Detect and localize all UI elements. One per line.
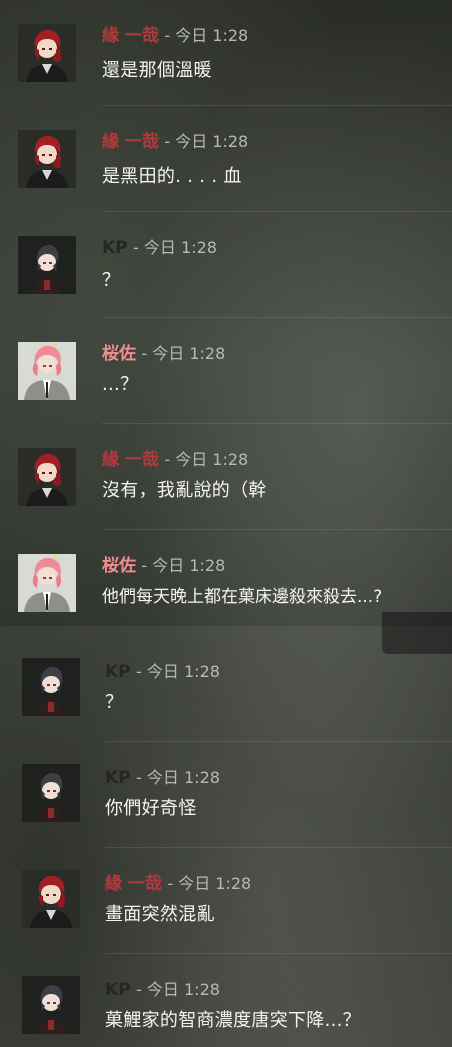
timestamp: - 今日 1:28 [136, 768, 220, 787]
chat-message: 緣 一哉 - 今日 1:28 是黑田的. . . . 血 [0, 106, 452, 212]
message-text: ？ [105, 692, 124, 713]
avatar[interactable] [18, 24, 76, 82]
chat-message: 緣 一哉 - 今日 1:28 畫面突然混亂 [0, 848, 452, 954]
message-header: 緣 一哉 - 今日 1:28 [105, 873, 251, 895]
message-header: 桜佐 - 今日 1:28 [102, 343, 225, 365]
message-header: 緣 一哉 - 今日 1:28 [102, 131, 248, 153]
chat-message: 緣 一哉 - 今日 1:28 還是那個溫暖 [0, 0, 452, 106]
chat-message: 桜佐 - 今日 1:28 他們每天晚上都在菓床邊殺來殺去...? [0, 530, 452, 636]
author-name[interactable]: 桜佐 [102, 344, 136, 364]
chat-message: 緣 一哉 - 今日 1:28 沒有，我亂說的（幹 [0, 424, 452, 530]
dark-hair-character-avatar-icon [22, 764, 80, 822]
timestamp: - 今日 1:28 [133, 238, 217, 257]
timestamp: - 今日 1:28 [167, 874, 252, 893]
chat-message: KP - 今日 1:28 ？ [0, 212, 452, 318]
avatar[interactable] [22, 976, 80, 1034]
avatar[interactable] [18, 130, 76, 188]
avatar[interactable] [18, 448, 76, 506]
author-name[interactable]: KP [105, 662, 131, 682]
message-text: ？ [102, 270, 121, 291]
avatar[interactable] [18, 342, 76, 400]
message-text: 菓鯉家的智商濃度唐突下降...？ [105, 1010, 361, 1031]
red-hair-character-avatar-icon [18, 24, 76, 82]
chat-message: KP - 今日 1:28 菓鯉家的智商濃度唐突下降...？ [0, 954, 452, 1047]
author-name[interactable]: KP [102, 238, 128, 258]
message-header: KP - 今日 1:28 [105, 767, 220, 789]
timestamp: - 今日 1:28 [136, 662, 220, 681]
message-header: 桜佐 - 今日 1:28 [102, 555, 225, 577]
message-text: 你們好奇怪 [105, 798, 197, 819]
timestamp: - 今日 1:28 [164, 132, 249, 151]
message-header: 緣 一哉 - 今日 1:28 [102, 449, 248, 471]
author-name[interactable]: KP [105, 768, 131, 788]
dark-hair-character-avatar-icon [22, 658, 80, 716]
red-hair-character-avatar-icon [22, 870, 80, 928]
dark-hair-character-avatar-icon [18, 236, 76, 294]
pink-hair-character-avatar-icon [18, 342, 76, 400]
message-text: 沒有，我亂說的（幹 [102, 480, 267, 501]
message-header: KP - 今日 1:28 [105, 661, 220, 683]
red-hair-character-avatar-icon [18, 130, 76, 188]
chat-message: KP - 今日 1:28 你們好奇怪 [0, 742, 452, 848]
author-name[interactable]: 緣 一哉 [102, 132, 159, 152]
avatar[interactable] [22, 870, 80, 928]
dark-hair-character-avatar-icon [22, 976, 80, 1034]
author-name[interactable]: 緣 一哉 [102, 450, 159, 470]
author-name[interactable]: 桜佐 [102, 556, 136, 576]
timestamp: - 今日 1:28 [164, 450, 249, 469]
author-name[interactable]: 緣 一哉 [102, 26, 159, 46]
message-text: 畫面突然混亂 [105, 904, 215, 925]
timestamp: - 今日 1:28 [136, 980, 220, 999]
message-text: 他們每天晚上都在菓床邊殺來殺去...? [102, 587, 383, 607]
author-name[interactable]: 緣 一哉 [105, 874, 162, 894]
avatar[interactable] [22, 764, 80, 822]
avatar[interactable] [22, 658, 80, 716]
timestamp: - 今日 1:28 [141, 344, 226, 363]
chat-message: 桜佐 - 今日 1:28 ...？ [0, 318, 452, 424]
message-header: 緣 一哉 - 今日 1:28 [102, 25, 248, 47]
message-header: KP - 今日 1:28 [105, 979, 220, 1001]
red-hair-character-avatar-icon [18, 448, 76, 506]
timestamp: - 今日 1:28 [164, 26, 249, 45]
avatar[interactable] [18, 236, 76, 294]
message-text: 是黑田的. . . . 血 [102, 166, 242, 187]
avatar[interactable] [18, 554, 76, 612]
chat-message: KP - 今日 1:28 ？ [0, 636, 452, 742]
timestamp: - 今日 1:28 [141, 556, 226, 575]
message-text: ...？ [102, 374, 139, 395]
message-header: KP - 今日 1:28 [102, 237, 217, 259]
pink-hair-character-avatar-icon [18, 554, 76, 612]
author-name[interactable]: KP [105, 980, 131, 1000]
message-text: 還是那個溫暖 [102, 60, 212, 81]
